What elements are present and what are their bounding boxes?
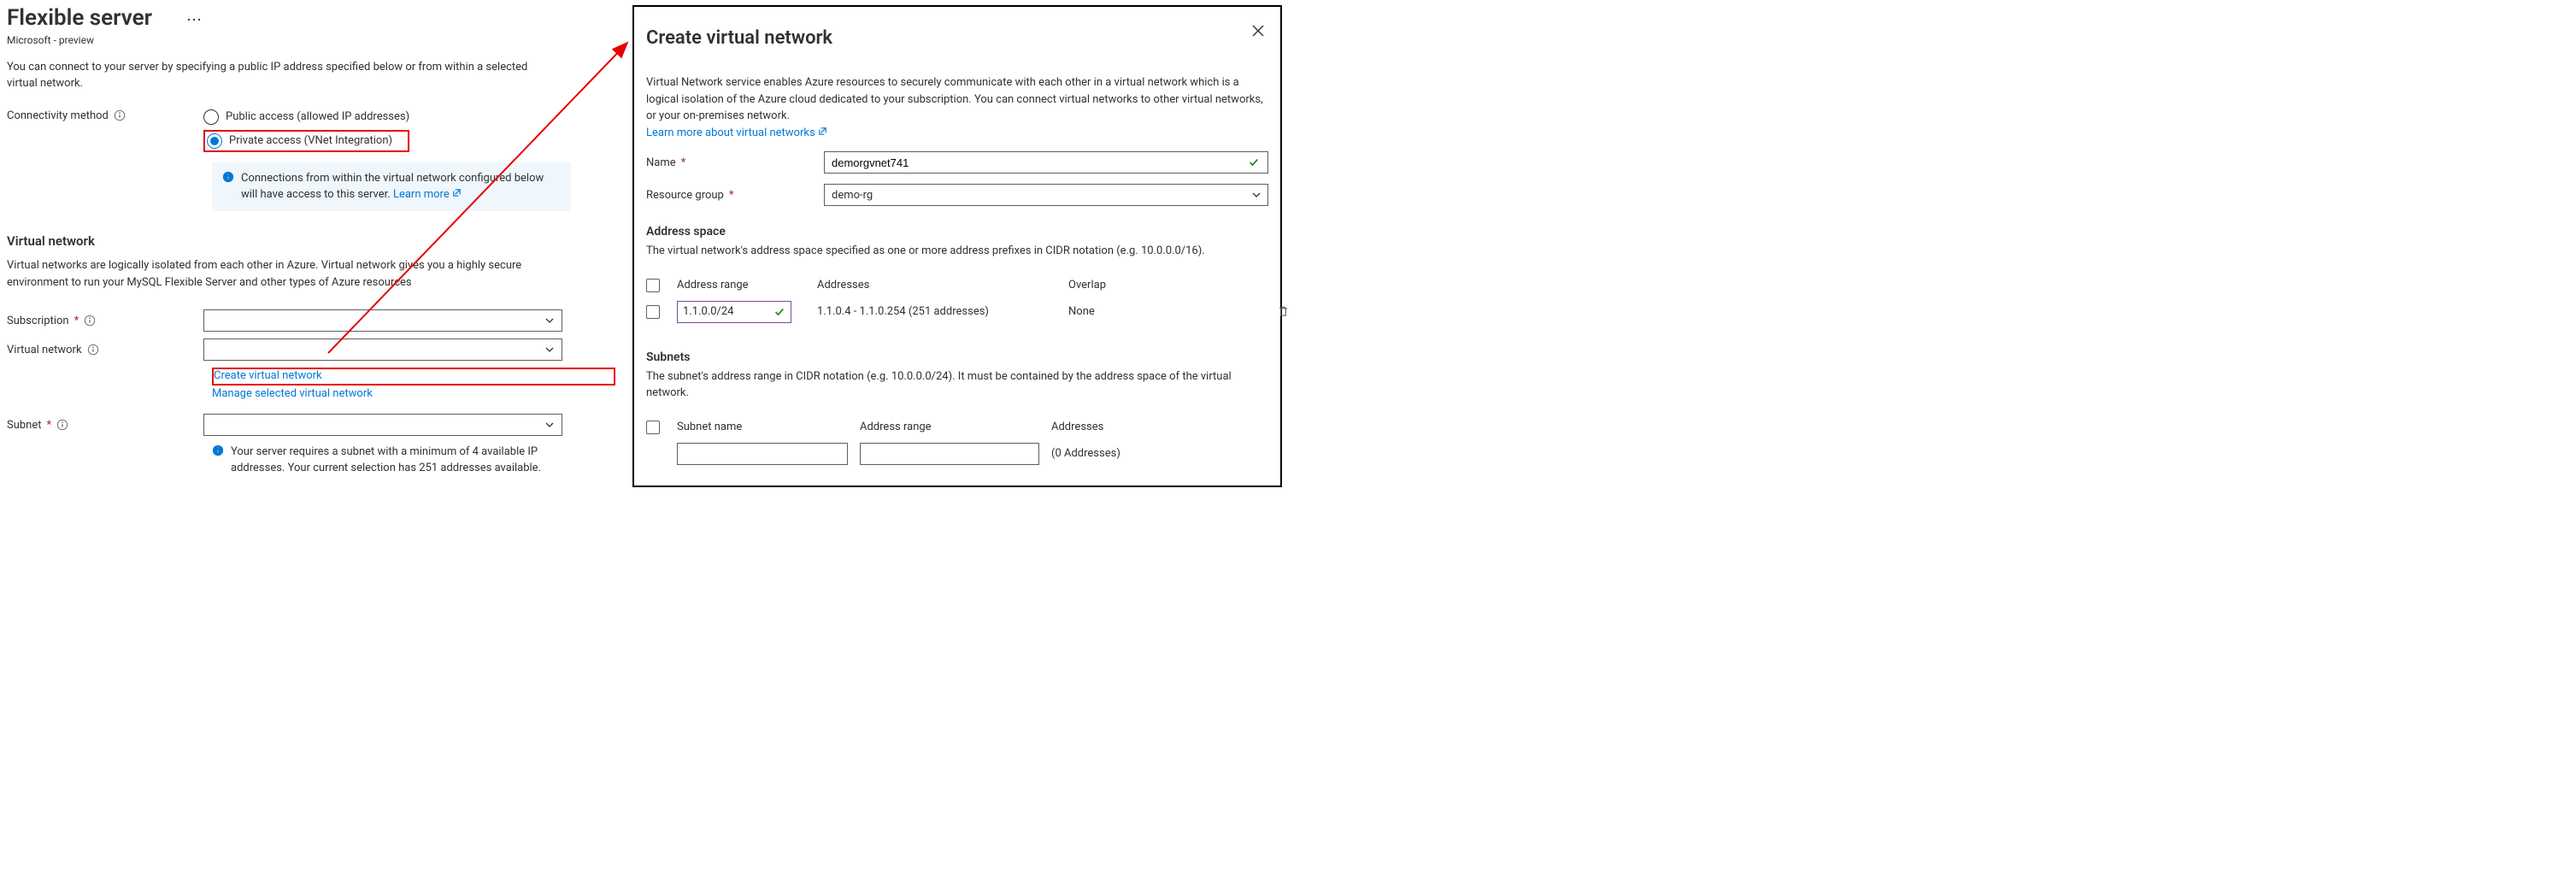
- subnets-heading: Subnets: [646, 350, 1268, 364]
- page-lead: You can connect to your server by specif…: [7, 60, 554, 92]
- create-virtual-network-link[interactable]: Create virtual network: [214, 369, 322, 382]
- addresses-value: 1.1.0.4 - 1.1.0.254 (251 addresses): [817, 305, 1056, 318]
- info-icon[interactable]: [84, 315, 96, 327]
- address-range-input[interactable]: 1.1.0.0/24: [677, 301, 791, 323]
- col-address-range: Address range: [677, 279, 805, 291]
- check-icon: [773, 306, 785, 318]
- vnet-section-desc: Virtual networks are logically isolated …: [7, 257, 571, 291]
- chevron-down-icon: [1251, 190, 1262, 200]
- subnet-row: (0 Addresses): [646, 439, 1268, 468]
- name-label: Name: [646, 156, 676, 169]
- radio-private-label: Private access (VNet Integration): [229, 134, 392, 147]
- subnet-label: Subnet: [7, 419, 42, 432]
- manage-virtual-network-link[interactable]: Manage selected virtual network: [212, 387, 615, 400]
- learn-more-vnet-link[interactable]: Learn more about virtual networks: [646, 127, 827, 139]
- subnets-desc: The subnet's address range in CIDR notat…: [646, 369, 1268, 402]
- trash-icon[interactable]: [1277, 305, 1299, 318]
- radio-private-access[interactable]: Private access (VNet Integration): [207, 133, 392, 149]
- panel-title: Create virtual network: [646, 27, 1268, 49]
- name-input[interactable]: [824, 151, 1268, 174]
- external-link-icon: [818, 127, 827, 136]
- chevron-down-icon: [544, 344, 555, 355]
- external-link-icon: [452, 188, 462, 197]
- subnet-range-input[interactable]: [860, 443, 1039, 465]
- check-icon: [1248, 156, 1260, 168]
- more-icon[interactable]: ⋯: [186, 11, 203, 29]
- col-subnet-range: Address range: [860, 421, 1039, 433]
- info-icon[interactable]: [87, 344, 99, 356]
- subscription-select[interactable]: [203, 309, 562, 332]
- close-icon[interactable]: [1251, 24, 1265, 41]
- radio-public-label: Public access (allowed IP addresses): [226, 110, 409, 123]
- address-space-heading: Address space: [646, 225, 1268, 238]
- col-addresses: Addresses: [817, 279, 1056, 291]
- resource-group-label: Resource group: [646, 189, 724, 202]
- virtual-network-label: Virtual network: [7, 344, 82, 356]
- overlap-value: None: [1068, 305, 1265, 318]
- address-range-row: 1.1.0.0/24 1.1.0.4 - 1.1.0.254 (251 addr…: [646, 297, 1268, 332]
- chevron-down-icon: [544, 420, 555, 430]
- subnet-addresses-value: (0 Addresses): [1051, 447, 1239, 460]
- subnet-name-input[interactable]: [677, 443, 848, 465]
- chevron-down-icon: [544, 315, 555, 326]
- subnet-select[interactable]: [203, 414, 562, 436]
- address-space-desc: The virtual network's address space spec…: [646, 244, 1268, 260]
- col-overlap: Overlap: [1068, 279, 1265, 291]
- radio-public-access[interactable]: Public access (allowed IP addresses): [203, 109, 409, 125]
- connectivity-method-label: Connectivity method: [7, 109, 109, 122]
- info-icon[interactable]: [56, 419, 68, 431]
- learn-more-link[interactable]: Learn more: [393, 188, 462, 201]
- select-all-checkbox[interactable]: [646, 279, 660, 292]
- select-all-subnets-checkbox[interactable]: [646, 421, 660, 434]
- page-subtitle: Microsoft - preview: [7, 34, 615, 46]
- panel-lead-text: Virtual Network service enables Azure re…: [646, 76, 1263, 122]
- page-title: Flexible server: [7, 5, 152, 31]
- info-banner: Connections from within the virtual netw…: [212, 162, 571, 212]
- info-icon: [212, 444, 224, 477]
- subscription-label: Subscription: [7, 315, 69, 327]
- virtual-network-select[interactable]: [203, 338, 562, 361]
- row-checkbox[interactable]: [646, 305, 660, 319]
- vnet-section-heading: Virtual network: [7, 233, 615, 249]
- info-icon[interactable]: [114, 109, 126, 121]
- col-subnet-name: Subnet name: [677, 421, 848, 433]
- resource-group-select[interactable]: demo-rg: [824, 184, 1268, 206]
- subnet-helper-text: Your server requires a subnet with a min…: [231, 444, 571, 477]
- col-subnet-addresses: Addresses: [1051, 421, 1239, 433]
- info-icon: [222, 171, 234, 203]
